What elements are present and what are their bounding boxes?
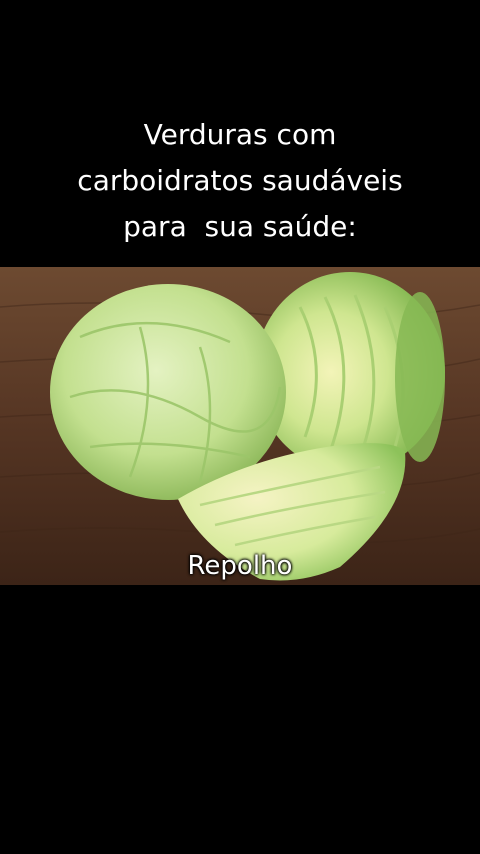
caption-line-2: carboidratos saudáveis bbox=[77, 164, 403, 197]
caption: Verduras com carboidratos saudáveis para… bbox=[0, 112, 480, 250]
caption-line-1: Verduras com bbox=[143, 118, 337, 151]
cabbage-label: Repolho bbox=[187, 551, 293, 581]
cabbage-photo bbox=[0, 267, 480, 585]
cabbage-illustration bbox=[0, 267, 480, 585]
caption-line-3: para sua saúde: bbox=[123, 210, 357, 243]
